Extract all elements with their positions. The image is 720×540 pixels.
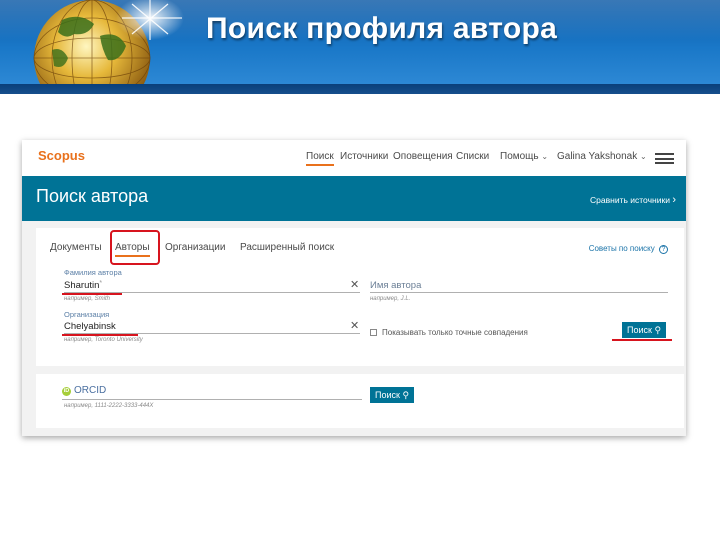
slide-header: Поиск профиля автора [0,0,720,88]
magnifier-icon: ⚲ [654,325,662,335]
scopus-screenshot: Scopus Поиск Источники Оповещения Списки… [22,140,686,436]
author-search-button[interactable]: Поиск ⚲ [622,322,667,338]
wildcard-marker: * [99,280,103,287]
orcid-underline [62,399,362,400]
nav-sources[interactable]: Источники [340,151,388,162]
firstname-input[interactable]: Имя автора [370,280,421,291]
slide-title: Поиск профиля автора [206,12,558,45]
clear-icon[interactable]: ✕ [350,319,359,332]
lastname-label: Фамилия автора [64,268,122,277]
orcid-icon: iD [62,387,71,396]
nav-lists[interactable]: Списки [456,151,489,162]
chevron-down-icon: ⌄ [541,152,549,161]
organization-hint: например, Toronto University [64,337,143,343]
orcid-hint: например, 1111-2222-3333-444X [64,403,154,409]
info-icon: ? [659,245,668,254]
exact-match-checkbox[interactable] [370,329,377,336]
organization-label: Организация [64,310,110,319]
orcid-input[interactable]: ORCID [74,385,106,396]
organization-input[interactable]: Chelyabinsk [64,321,116,332]
lastname-hint: например, Smith [64,296,111,302]
scopus-logo[interactable]: Scopus [38,148,85,163]
nav-help-label: Помощь [500,151,539,162]
orcid-search-button[interactable]: Поиск ⚲ [370,387,415,403]
organization-annotation-line [62,334,138,336]
compare-sources-link[interactable]: Сравнить источники › [590,194,676,206]
compare-sources-label: Сравнить источники [590,195,670,205]
firstname-underline [370,292,668,293]
chevron-right-icon: › [672,194,676,206]
exact-match-label: Показывать только точные совпадения [382,328,528,337]
nav-alerts[interactable]: Оповещения [393,151,453,162]
top-navigation: Scopus Поиск Источники Оповещения Списки… [22,140,686,176]
nav-user[interactable]: Galina Yakshonak ⌄ [557,151,647,162]
header-divider [0,84,720,94]
page-banner: Поиск автора Сравнить источники › [22,176,686,221]
lastname-input[interactable]: Sharutin* [64,280,102,291]
search-tips-link[interactable]: Советы по поиску ? [589,244,668,254]
search-tips-label: Советы по поиску [588,244,655,253]
lastname-annotation-line [62,293,122,295]
magnifier-icon: ⚲ [402,390,410,400]
menu-icon[interactable] [655,153,674,164]
nav-search[interactable]: Поиск [306,151,334,166]
orcid-search-form: iD ORCID например, 1111-2222-3333-444X П… [36,374,684,428]
search-button-annotation-line [612,339,672,341]
firstname-hint: например, J.L. [370,296,411,302]
nav-user-label: Galina Yakshonak [557,151,638,162]
authors-tab-highlight [110,230,160,265]
orcid-search-label: Поиск [375,390,400,400]
tab-organizations[interactable]: Организации [165,242,225,253]
page-title: Поиск автора [36,186,149,206]
nav-help[interactable]: Помощь ⌄ [500,151,548,162]
tab-advanced-search[interactable]: Расширенный поиск [240,242,334,253]
clear-icon[interactable]: ✕ [350,278,359,291]
globe-icon [33,0,184,88]
tab-documents[interactable]: Документы [50,242,102,253]
lastname-value: Sharutin [64,280,100,291]
chevron-down-icon: ⌄ [640,152,647,161]
author-search-label: Поиск [627,325,652,335]
